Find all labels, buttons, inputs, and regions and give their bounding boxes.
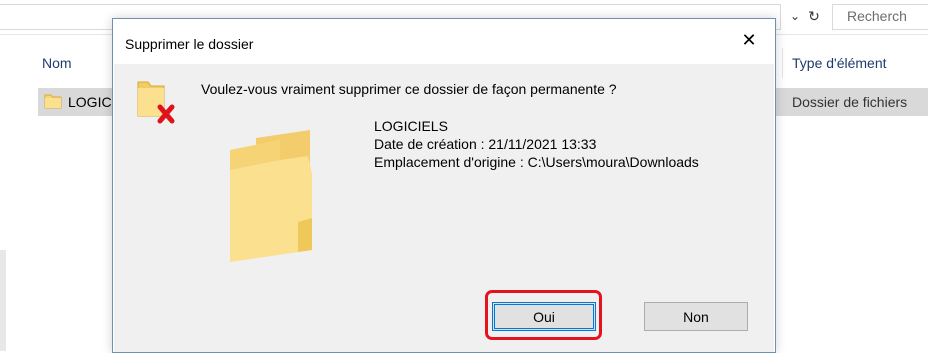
file-row-name: LOGIC [68, 94, 112, 110]
search-placeholder: Recherch [847, 8, 907, 24]
no-button[interactable]: Non [644, 302, 748, 331]
refresh-icon[interactable]: ↻ [806, 7, 822, 25]
confirmation-question: Voulez-vous vraiment supprimer ce dossie… [201, 81, 617, 97]
column-divider[interactable] [782, 48, 783, 78]
folder-icon-large [230, 130, 312, 262]
close-icon: ✕ [741, 29, 757, 50]
folder-name: LOGICIELS [374, 118, 448, 134]
column-header-name[interactable]: Nom [42, 55, 72, 71]
delete-folder-icon [137, 81, 175, 124]
folder-icon [44, 94, 62, 109]
close-button[interactable]: ✕ [731, 25, 767, 55]
folder-info: LOGICIELS Date de création : 21/11/2021 … [374, 117, 699, 171]
delete-folder-dialog: Supprimer le dossier ✕ Voulez-vous vraim… [112, 18, 776, 353]
dialog-body: Voulez-vous vraiment supprimer ce dossie… [114, 64, 774, 352]
creation-date: Date de création : 21/11/2021 13:33 [374, 136, 597, 152]
original-location: Emplacement d'origine : C:\Users\moura\D… [374, 154, 699, 170]
dialog-title: Supprimer le dossier [125, 36, 254, 52]
column-header-type[interactable]: Type d'élément [792, 55, 887, 71]
no-button-label: Non [683, 308, 709, 325]
chevron-down-icon[interactable]: ⌄ [788, 8, 802, 24]
search-input[interactable]: Recherch [832, 4, 928, 30]
scrollbar[interactable] [0, 250, 6, 351]
highlight-annotation [485, 290, 602, 340]
file-row-type: Dossier de fichiers [792, 94, 908, 110]
